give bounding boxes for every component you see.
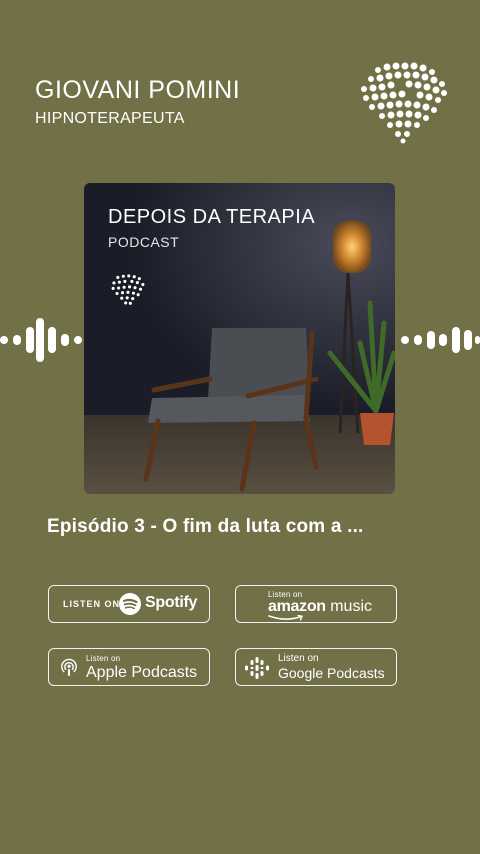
spotify-icon	[119, 593, 141, 615]
dotted-brain-heart-icon	[361, 62, 447, 144]
listen-on-google-podcasts-button[interactable]: Listen on Google Podcasts	[235, 648, 397, 686]
apple-podcasts-icon	[61, 658, 77, 676]
badge-platform-name: Apple Podcasts	[86, 664, 198, 681]
badge-listen-label: Listen on	[86, 654, 121, 663]
episode-title: Episódio 3 - O fim da luta com a ...	[47, 516, 364, 537]
audio-waveform-icon	[401, 327, 480, 353]
audio-waveform-icon	[0, 318, 82, 362]
google-podcasts-icon	[245, 657, 269, 679]
badge-listen-label: LISTEN ON	[63, 599, 121, 609]
amazon-smile-icon	[268, 615, 303, 621]
listen-on-amazon-music-button[interactable]: Listen on amazon music	[235, 585, 397, 623]
badge-listen-label: Listen on	[278, 653, 319, 664]
cover-title: DEPOIS DA TERAPIA	[108, 206, 316, 228]
listen-on-spotify-button[interactable]: LISTEN ON Spotify	[48, 585, 210, 623]
listen-on-apple-podcasts-button[interactable]: Listen on Apple Podcasts	[48, 648, 210, 686]
host-role: HIPNOTERAPEUTA	[35, 110, 185, 127]
cover-subtitle: PODCAST	[108, 234, 180, 250]
dotted-brain-heart-icon	[111, 274, 145, 305]
host-name: GIOVANI POMINI	[35, 76, 241, 104]
cover-artwork	[84, 183, 395, 494]
podcast-cover[interactable]: DEPOIS DA TERAPIA PODCAST	[84, 183, 395, 494]
badge-platform-name: Google Podcasts	[278, 665, 385, 681]
badge-platform-name: amazon music	[268, 598, 373, 615]
badge-platform-name: Spotify	[145, 594, 198, 611]
